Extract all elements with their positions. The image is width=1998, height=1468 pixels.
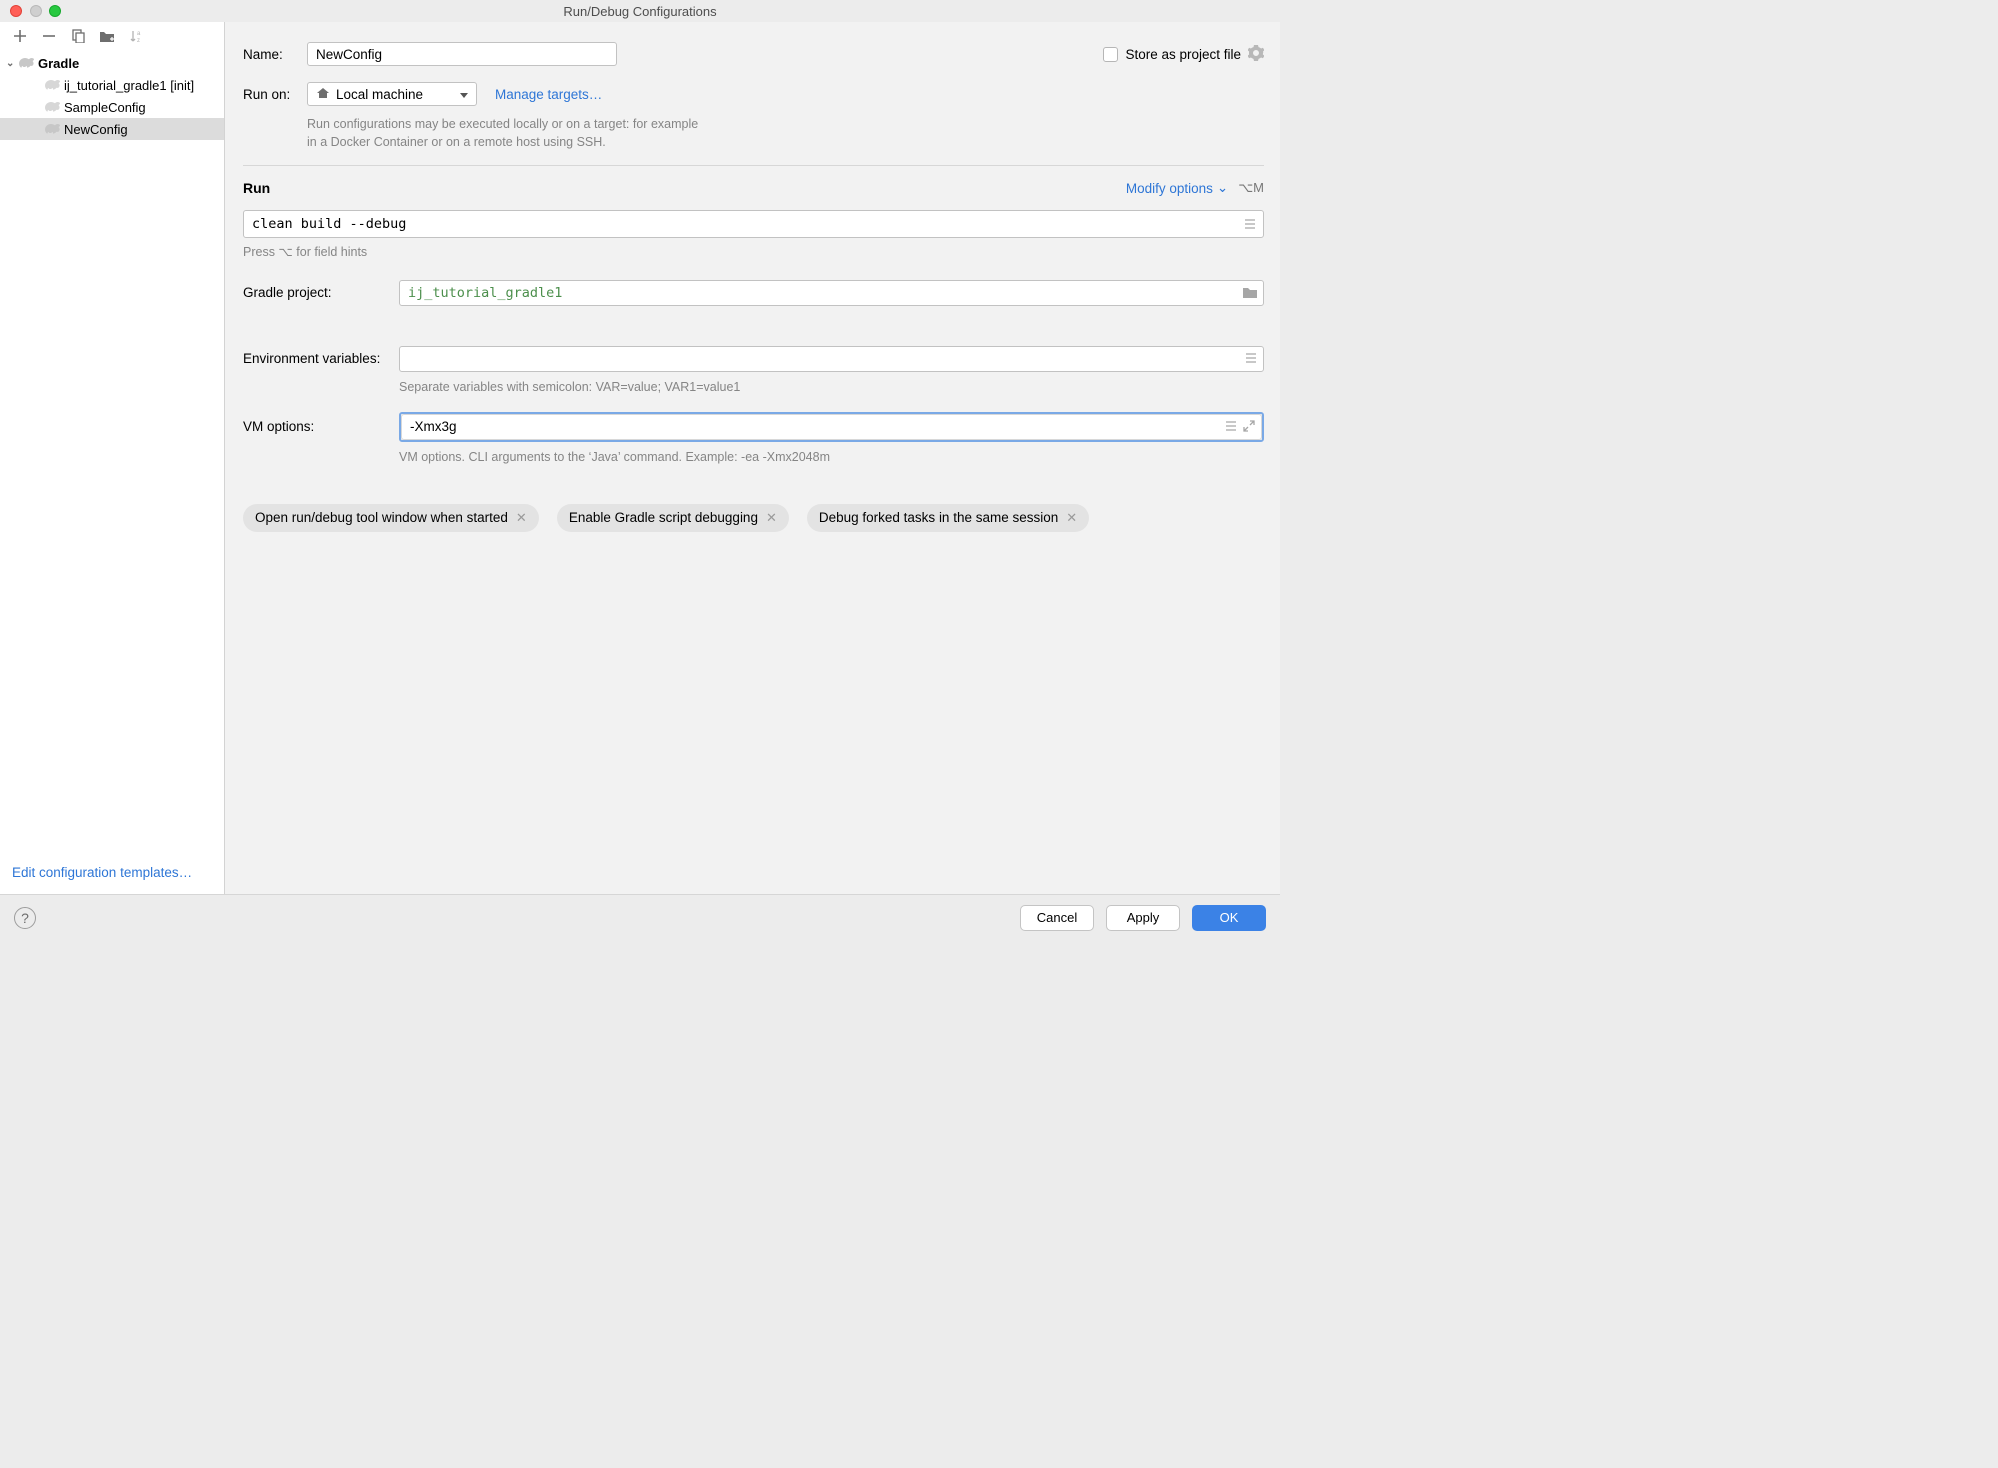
gear-icon[interactable] — [1248, 45, 1264, 64]
chip-open-tool-window[interactable]: Open run/debug tool window when started … — [243, 504, 539, 532]
bottom-bar: ? Cancel Apply OK — [0, 894, 1280, 940]
list-icon[interactable] — [1244, 351, 1258, 365]
tree-item-label: NewConfig — [64, 122, 128, 137]
expand-icon[interactable] — [1242, 419, 1256, 436]
window-minimize-button — [30, 5, 42, 17]
run-on-label: Run on: — [243, 87, 303, 102]
gradle-icon — [44, 121, 60, 137]
sidebar: a z ⌄ Gradle ij_tutorial_gradle1 [init] — [0, 22, 225, 894]
gradle-icon — [44, 77, 60, 93]
env-label: Environment variables: — [243, 351, 399, 366]
chip-label: Debug forked tasks in the same session — [819, 510, 1058, 525]
apply-button[interactable]: Apply — [1106, 905, 1180, 931]
save-template-icon[interactable] — [99, 28, 115, 44]
tree-group-gradle[interactable]: ⌄ Gradle — [0, 52, 224, 74]
help-button[interactable]: ? — [14, 907, 36, 929]
run-on-hint: Run configurations may be executed local… — [307, 116, 707, 151]
window-title: Run/Debug Configurations — [0, 4, 1280, 19]
sidebar-toolbar: a z — [0, 22, 224, 50]
env-hint: Separate variables with semicolon: VAR=v… — [399, 380, 1264, 394]
gradle-icon — [18, 55, 34, 71]
copy-icon[interactable] — [70, 28, 86, 44]
tree-item-label: SampleConfig — [64, 100, 146, 115]
sort-icon[interactable]: a z — [128, 28, 144, 44]
tasks-hint: Press ⌥ for field hints — [243, 244, 1264, 262]
manage-targets-link[interactable]: Manage targets… — [495, 87, 602, 102]
separator — [243, 165, 1264, 166]
store-as-project-label: Store as project file — [1125, 47, 1241, 62]
svg-text:z: z — [137, 38, 140, 43]
chip-label: Open run/debug tool window when started — [255, 510, 508, 525]
vm-label: VM options: — [243, 419, 399, 434]
run-on-value: Local machine — [336, 87, 423, 102]
env-input[interactable] — [399, 346, 1264, 372]
chip-enable-script-debug[interactable]: Enable Gradle script debugging ✕ — [557, 504, 789, 532]
option-chips: Open run/debug tool window when started … — [243, 504, 1264, 532]
close-icon[interactable]: ✕ — [516, 510, 527, 526]
name-input[interactable] — [307, 42, 617, 66]
list-icon[interactable] — [1224, 419, 1238, 436]
gradle-project-label: Gradle project: — [243, 285, 399, 300]
modify-options-link[interactable]: Modify options ⌄ — [1126, 180, 1228, 196]
vm-options-input[interactable] — [401, 414, 1262, 440]
form-panel: Name: Store as project file Run on: Loca… — [225, 22, 1280, 894]
gradle-icon — [44, 99, 60, 115]
tasks-input[interactable]: clean build --debug — [243, 210, 1264, 238]
chip-label: Enable Gradle script debugging — [569, 510, 758, 525]
list-icon[interactable] — [1243, 217, 1257, 235]
close-icon[interactable]: ✕ — [766, 510, 777, 526]
window-close-button[interactable] — [10, 5, 22, 17]
store-as-project-checkbox[interactable] — [1103, 47, 1118, 62]
cancel-button[interactable]: Cancel — [1020, 905, 1094, 931]
chevron-down-icon: ⌄ — [6, 58, 14, 69]
tree-item-1[interactable]: SampleConfig — [0, 96, 224, 118]
tree-item-2[interactable]: NewConfig — [0, 118, 224, 140]
run-on-select[interactable]: Local machine — [307, 82, 477, 106]
gradle-project-input[interactable] — [399, 280, 1264, 306]
config-tree: ⌄ Gradle ij_tutorial_gradle1 [init] Samp… — [0, 50, 224, 855]
vm-hint: VM options. CLI arguments to the ‘Java’ … — [399, 450, 1264, 464]
window-zoom-button[interactable] — [49, 5, 61, 17]
tasks-value: clean build --debug — [252, 216, 406, 232]
tree-group-label: Gradle — [38, 56, 79, 71]
tree-item-label: ij_tutorial_gradle1 [init] — [64, 78, 194, 93]
traffic-lights — [0, 5, 61, 17]
edit-templates-link[interactable]: Edit configuration templates… — [0, 855, 224, 894]
tree-item-0[interactable]: ij_tutorial_gradle1 [init] — [0, 74, 224, 96]
run-section-title: Run — [243, 180, 270, 196]
close-icon[interactable]: ✕ — [1066, 510, 1077, 526]
folder-icon[interactable] — [1242, 285, 1258, 299]
modify-options-shortcut: ⌥M — [1238, 180, 1264, 196]
ok-button[interactable]: OK — [1192, 905, 1266, 931]
add-icon[interactable] — [12, 28, 28, 44]
svg-text:a: a — [137, 31, 141, 37]
chevron-down-icon: ⌄ — [1217, 180, 1228, 196]
chip-debug-forked-tasks[interactable]: Debug forked tasks in the same session ✕ — [807, 504, 1089, 532]
remove-icon[interactable] — [41, 28, 57, 44]
name-label: Name: — [243, 47, 303, 62]
titlebar: Run/Debug Configurations — [0, 0, 1280, 22]
home-icon — [316, 86, 330, 103]
